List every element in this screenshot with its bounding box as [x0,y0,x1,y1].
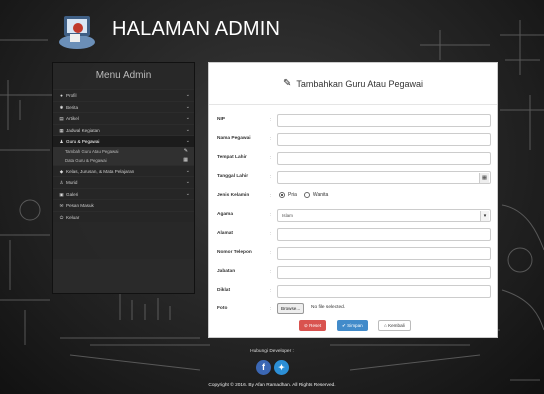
sidebar-item-artikel[interactable]: ▤ Artikel ⌄ [53,112,194,124]
colon: : [270,174,272,180]
contact-developer-label: Hubungi Developer : [250,349,294,354]
alamat-field[interactable] [277,228,491,241]
tempat-lahir-field[interactable] [277,152,491,165]
sidebar-subitem-label: Tambah Guru Atau Pegawai [65,148,119,154]
jenis-kelamin-label: Jenis Kelamin [217,193,250,198]
telepon-label: Nomor Telepon [217,250,252,255]
sidebar-subitem-tambah[interactable]: Tambah Guru Atau Pegawai ✎ [53,146,194,156]
sidebar-item-label: Keluar [66,214,80,220]
sidebar-spacer [53,259,194,293]
sidebar-item-murid[interactable]: ♙ Murid ⌄ [53,176,194,188]
radio-wanita-label: Wanita [312,192,329,198]
nama-field[interactable] [277,133,491,146]
colon: : [270,269,272,275]
facebook-icon[interactable]: f [256,360,271,375]
colon: : [270,117,272,123]
colon: : [270,136,272,142]
sidebar-subitem-label: Data Guru & Pegawai [65,157,107,163]
sidebar-item-keluar[interactable]: ⏻ Keluar [53,210,194,222]
form-row-tempat-lahir: Tempat Lahir : [209,152,499,166]
colon: : [270,231,272,237]
colon: : [270,212,272,218]
sidebar-title: Menu Admin [95,70,152,81]
reset-label: Reset [309,323,322,328]
colon: : [270,306,272,312]
alamat-label: Alamat [217,231,233,236]
sidebar-item-galeri[interactable]: ▣ Galeri ⌄ [53,187,194,199]
nama-label: Nama Pegawai [217,136,251,141]
colon: : [270,288,272,294]
sidebar-item-label: Artikel [66,116,79,121]
agama-label: Agama [217,212,233,217]
sidebar-item-label: Profil [66,93,77,98]
copyright-text: Copyright © 2016. By Afan Ramadhan. All … [208,383,336,388]
save-button[interactable]: ✔ Simpan [337,320,368,331]
form-title: ✎ Tambahkan Guru Atau Pegawai [209,63,497,105]
sidebar-item-pesan[interactable]: ✉ Pesan Masuk [53,199,194,211]
nip-field[interactable] [277,114,491,127]
sidebar-subitem-data[interactable]: Data Guru & Pegawai ▦ [53,155,194,165]
sidebar-item-profil[interactable]: ● Profil ⌄ [53,89,194,101]
chevron-down-icon: ▾ [480,211,489,221]
sidebar-item-label: Murid [66,180,78,185]
form-row-telepon: Nomor Telepon : [209,247,499,261]
foto-label: Foto [217,306,228,311]
header: HALAMAN ADMIN [0,0,544,62]
table-icon: ▦ [183,156,188,163]
twitter-icon[interactable]: ✦ [274,360,289,375]
form-row-nama: Nama Pegawai : [209,133,499,147]
colon: : [270,193,272,199]
save-label: Simpan [347,323,363,328]
form-row-agama: Agama : Islam ▾ [209,209,499,223]
radio-pria-label: Pria [288,192,297,198]
colon: : [270,250,272,256]
pencil-icon: ✎ [283,78,292,89]
jabatan-field[interactable] [277,266,491,279]
sidebar-item-label: Jadwal Kegiatan [66,127,100,133]
radio-pria[interactable] [279,192,285,198]
calendar-icon[interactable]: ▦ [479,173,489,183]
agama-select[interactable]: Islam ▾ [277,209,491,222]
form-row-jabatan: Jabatan : [209,266,499,280]
form-title-text: Tambahkan Guru Atau Pegawai [296,78,423,89]
agama-selected-value: Islam [282,213,293,218]
diklat-label: Diklat [217,288,231,293]
power-icon: ⏻ [59,214,64,220]
gender-radio-group: Pria Wanita [279,192,328,198]
pencil-icon: ✎ [183,147,188,154]
colon: : [270,155,272,161]
telepon-field[interactable] [277,247,491,260]
diklat-field[interactable] [277,285,491,298]
form-row-jenis-kelamin: Jenis Kelamin : Pria Wanita [209,190,499,204]
sidebar: Menu Admin ● Profil ⌄ ✱ Berita ⌄ ▤ Artikel ⌄ ▦… [52,62,195,294]
nip-label: NIP [217,117,225,122]
jabatan-label: Jabatan [217,269,236,274]
back-button[interactable]: ⌂ Kembali [378,320,411,331]
form-row-foto: Foto : Browse... No file selected. [209,303,499,317]
sidebar-item-label: Galeri [66,191,79,197]
radio-wanita[interactable] [303,192,310,198]
sidebar-item-label: Kelas, Jurusan, & Mata Pelajaran [66,168,135,174]
back-label: Kembali [388,323,405,328]
form-row-tanggal-lahir: Tanggal Lahir : ▦ [209,171,499,185]
sidebar-item-berita[interactable]: ✱ Berita ⌄ [53,100,194,112]
admin-logo-icon [59,16,95,49]
sidebar-item-jadwal[interactable]: ▦ Jadwal Kegiatan ⌄ [53,123,194,135]
form-row-alamat: Alamat : [209,228,499,242]
file-status: No file selected. [311,305,346,310]
sidebar-item-label: Guru & Pegawai [66,139,100,144]
form-panel: ✎ Tambahkan Guru Atau Pegawai NIP : Nama… [208,62,498,338]
reset-button[interactable]: ⊘ Reset [299,320,327,331]
form-row-nip: NIP : [209,114,499,128]
tanggal-lahir-label: Tanggal Lahir [217,174,249,179]
browse-button[interactable]: Browse... [277,303,305,314]
sidebar-item-label: Pesan Masuk [66,203,94,208]
sidebar-item-guru-pegawai[interactable]: ♟ Guru & Pegawai ⌄ [53,135,194,147]
app-title: HALAMAN ADMIN [112,18,281,40]
tempat-lahir-label: Tempat Lahir [217,155,247,160]
form-row-diklat: Diklat : [209,285,499,299]
tanggal-lahir-field[interactable]: ▦ [277,171,491,184]
sidebar-item-label: Berita [66,104,79,110]
sidebar-item-kelas[interactable]: ◆ Kelas, Jurusan, & Mata Pelajaran ⌄ [53,164,194,176]
